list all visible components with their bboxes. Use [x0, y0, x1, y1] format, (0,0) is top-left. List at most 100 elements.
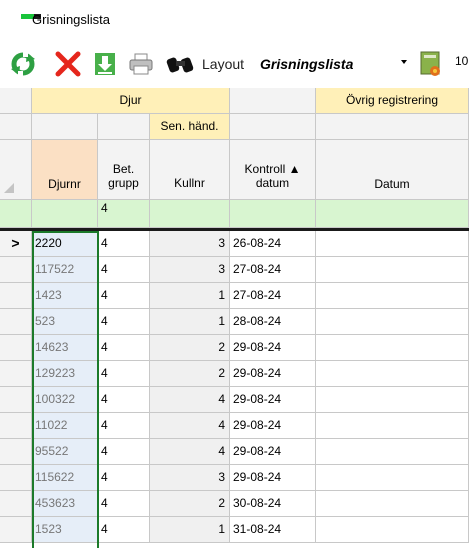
- datum-cell[interactable]: [316, 283, 469, 309]
- column-header-kullnr[interactable]: Kullnr: [150, 140, 230, 200]
- djurnr-cell[interactable]: 95522: [32, 439, 98, 465]
- bet-grupp-cell[interactable]: 4: [98, 335, 150, 361]
- bet-grupp-cell[interactable]: 4: [98, 257, 150, 283]
- kullnr-cell[interactable]: 3: [150, 257, 230, 283]
- subheader-empty: [98, 114, 150, 140]
- bet-grupp-cell[interactable]: 4: [98, 361, 150, 387]
- row-header[interactable]: [0, 283, 32, 309]
- datum-cell[interactable]: [316, 491, 469, 517]
- kullnr-cell[interactable]: 2: [150, 361, 230, 387]
- datum-cell[interactable]: [316, 439, 469, 465]
- kullnr-cell[interactable]: 2: [150, 335, 230, 361]
- download-icon[interactable]: [92, 50, 118, 78]
- row-header[interactable]: >: [0, 231, 32, 257]
- bet-grupp-cell[interactable]: 4: [98, 439, 150, 465]
- filter-value-bet-grupp: 4: [101, 201, 108, 215]
- filter-cell-kullnr[interactable]: [150, 200, 230, 228]
- kontroll-datum-cell[interactable]: 30-08-24: [230, 491, 316, 517]
- subheader-empty: [32, 114, 98, 140]
- column-header-kontroll-line2: datum: [255, 176, 290, 190]
- kontroll-datum-cell[interactable]: 29-08-24: [230, 439, 316, 465]
- datum-cell[interactable]: [316, 335, 469, 361]
- datum-cell[interactable]: [316, 387, 469, 413]
- bet-grupp-cell[interactable]: 4: [98, 231, 150, 257]
- binoculars-icon[interactable]: [164, 50, 198, 78]
- datum-cell[interactable]: [316, 309, 469, 335]
- column-header-kontroll-datum[interactable]: Kontroll ▲ datum: [230, 140, 316, 200]
- row-header[interactable]: [0, 387, 32, 413]
- kullnr-cell[interactable]: 4: [150, 439, 230, 465]
- djurnr-cell[interactable]: 117522: [32, 257, 98, 283]
- djurnr-cell[interactable]: 11022: [32, 413, 98, 439]
- kullnr-cell[interactable]: 1: [150, 517, 230, 543]
- kullnr-cell[interactable]: 3: [150, 231, 230, 257]
- kontroll-datum-cell[interactable]: 29-08-24: [230, 387, 316, 413]
- kullnr-cell[interactable]: 4: [150, 413, 230, 439]
- djurnr-cell[interactable]: 453623: [32, 491, 98, 517]
- datum-cell[interactable]: [316, 361, 469, 387]
- djurnr-cell[interactable]: 129223: [32, 361, 98, 387]
- kullnr-cell[interactable]: 4: [150, 387, 230, 413]
- column-header-datum[interactable]: Datum: [316, 140, 469, 200]
- print-icon[interactable]: [127, 50, 155, 78]
- filter-cell-djurnr[interactable]: [32, 200, 98, 228]
- row-header[interactable]: [0, 309, 32, 335]
- djurnr-cell[interactable]: 1523: [32, 517, 98, 543]
- layout-select[interactable]: Grisningslista: [260, 56, 353, 72]
- toolbar: Layout Grisningslista 10: [0, 38, 469, 88]
- djurnr-cell[interactable]: 523: [32, 309, 98, 335]
- bet-grupp-cell[interactable]: 4: [98, 283, 150, 309]
- kontroll-datum-cell[interactable]: 29-08-24: [230, 465, 316, 491]
- row-header[interactable]: [0, 335, 32, 361]
- bet-grupp-cell[interactable]: 4: [98, 309, 150, 335]
- kontroll-datum-cell[interactable]: 29-08-24: [230, 361, 316, 387]
- row-header-cell: [0, 140, 32, 200]
- delete-icon[interactable]: [54, 50, 82, 78]
- bet-grupp-cell[interactable]: 4: [98, 491, 150, 517]
- filter-cell-datum[interactable]: [316, 200, 469, 228]
- datum-cell[interactable]: [316, 231, 469, 257]
- filter-cell-kontroll-datum[interactable]: [230, 200, 316, 228]
- datum-cell[interactable]: [316, 465, 469, 491]
- bet-grupp-cell[interactable]: 4: [98, 517, 150, 543]
- kontroll-datum-cell[interactable]: 31-08-24: [230, 517, 316, 543]
- bet-grupp-cell[interactable]: 4: [98, 387, 150, 413]
- row-header[interactable]: [0, 465, 32, 491]
- report-icon[interactable]: [418, 50, 444, 78]
- row-header[interactable]: [0, 439, 32, 465]
- row-header[interactable]: [0, 257, 32, 283]
- row-header[interactable]: [0, 413, 32, 439]
- kontroll-datum-cell[interactable]: 29-08-24: [230, 335, 316, 361]
- datum-cell[interactable]: [316, 517, 469, 543]
- kontroll-datum-cell[interactable]: 27-08-24: [230, 283, 316, 309]
- datum-cell[interactable]: [316, 413, 469, 439]
- column-header-djurnr[interactable]: Djurnr: [32, 140, 98, 200]
- kontroll-datum-cell[interactable]: 28-08-24: [230, 309, 316, 335]
- data-grid: Djur Övrig registrering Sen. händ. Djurn…: [0, 88, 469, 548]
- kullnr-cell[interactable]: 3: [150, 465, 230, 491]
- column-header-bet-grupp[interactable]: Bet. grupp: [98, 140, 150, 200]
- refresh-icon[interactable]: [8, 50, 38, 78]
- kontroll-datum-cell[interactable]: 27-08-24: [230, 257, 316, 283]
- kullnr-cell[interactable]: 1: [150, 309, 230, 335]
- dropdown-arrow-icon[interactable]: [401, 60, 407, 64]
- filter-cell-bet-grupp[interactable]: 4: [98, 200, 150, 228]
- row-header[interactable]: [0, 517, 32, 543]
- datum-cell[interactable]: [316, 257, 469, 283]
- bet-grupp-cell[interactable]: 4: [98, 465, 150, 491]
- row-header-cell: [0, 114, 32, 140]
- layout-label: Layout: [202, 56, 245, 72]
- bet-grupp-cell[interactable]: 4: [98, 413, 150, 439]
- kullnr-cell[interactable]: 2: [150, 491, 230, 517]
- djurnr-cell[interactable]: 14623: [32, 335, 98, 361]
- column-header-djurnr-label: Djurnr: [48, 177, 81, 191]
- djurnr-cell[interactable]: 2220: [32, 231, 98, 257]
- djurnr-cell[interactable]: 1423: [32, 283, 98, 309]
- kontroll-datum-cell[interactable]: 26-08-24: [230, 231, 316, 257]
- kullnr-cell[interactable]: 1: [150, 283, 230, 309]
- djurnr-cell[interactable]: 115622: [32, 465, 98, 491]
- row-header[interactable]: [0, 491, 32, 517]
- kontroll-datum-cell[interactable]: 29-08-24: [230, 413, 316, 439]
- row-header[interactable]: [0, 361, 32, 387]
- djurnr-cell[interactable]: 100322: [32, 387, 98, 413]
